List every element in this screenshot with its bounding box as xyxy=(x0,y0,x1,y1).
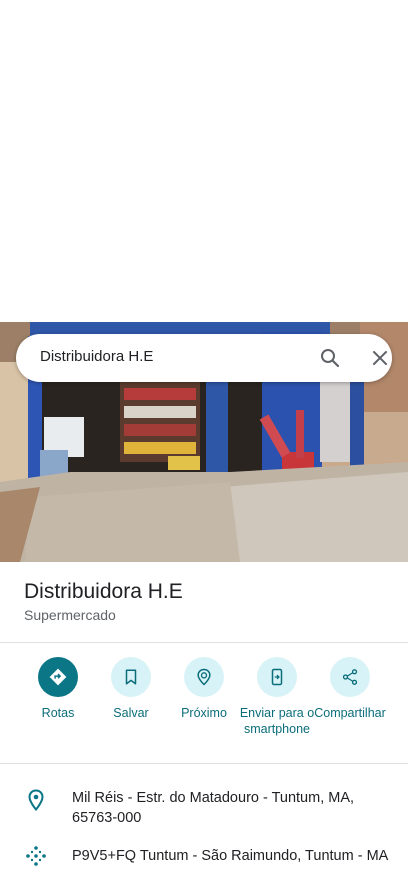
share-button[interactable]: Compartilhar xyxy=(310,656,390,721)
divider xyxy=(0,642,408,643)
bookmark-icon xyxy=(125,669,137,685)
share-label: Compartilhar xyxy=(314,706,386,720)
search-icon[interactable] xyxy=(318,346,342,370)
share-icon xyxy=(342,669,358,685)
address-text: Mil Réis - Estr. do Matadouro - Tuntum, … xyxy=(72,790,355,826)
nearby-label: Próximo xyxy=(181,706,227,720)
search-input[interactable]: Distribuidora H.E xyxy=(40,348,153,365)
send-to-phone-label: Enviar para o smartphone xyxy=(239,706,315,736)
plus-code-icon xyxy=(26,846,46,866)
save-label: Salvar xyxy=(113,706,149,720)
nearby-icon xyxy=(197,668,211,686)
action-bar: Rotas Salvar Próximo Enviar para o smart… xyxy=(0,656,408,756)
close-icon[interactable] xyxy=(368,346,392,370)
place-category[interactable]: Supermercado xyxy=(24,607,116,623)
save-button[interactable]: Salvar xyxy=(91,656,171,721)
place-title: Distribuidora H.E xyxy=(24,580,183,603)
directions-button[interactable]: Rotas xyxy=(18,656,98,721)
send-to-phone-icon xyxy=(271,668,283,686)
send-to-phone-button[interactable]: Enviar para o smartphone xyxy=(237,656,317,737)
directions-icon xyxy=(49,668,67,686)
nearby-button[interactable]: Próximo xyxy=(164,656,244,721)
search-bar[interactable]: Distribuidora H.E xyxy=(16,334,392,382)
divider xyxy=(0,763,408,764)
location-pin-icon xyxy=(28,789,44,812)
directions-label: Rotas xyxy=(41,706,75,720)
plus-code-text: P9V5+FQ Tuntum - São Raimundo, Tuntum - … xyxy=(72,848,389,864)
map-area[interactable] xyxy=(0,0,408,322)
